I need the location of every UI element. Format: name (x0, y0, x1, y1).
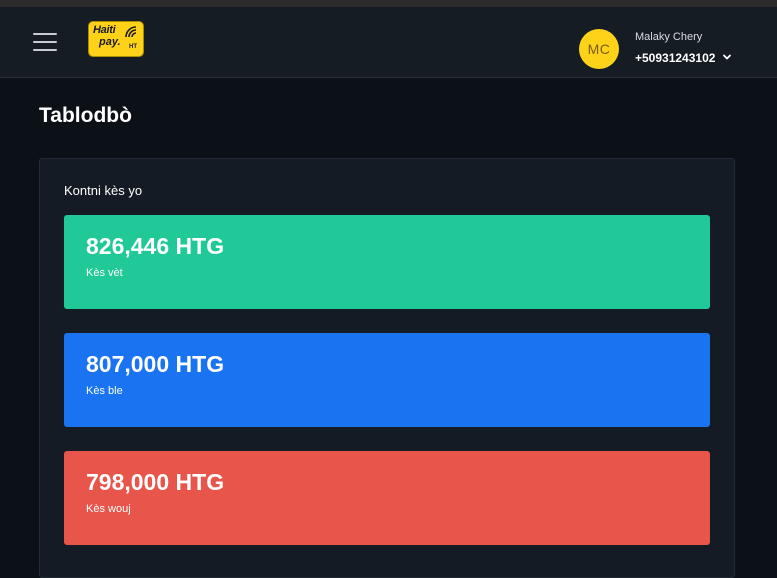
signal-icon (125, 26, 137, 38)
accounts-panel: Kontni kès yo 826,446 HTG Kès vèt 807,00… (39, 158, 735, 578)
logo-text-line2: pay. (99, 36, 121, 48)
account-amount: 826,446 HTG (86, 233, 225, 259)
user-name: Malaky Chery (635, 31, 703, 43)
logo-text-line3: HT (129, 44, 137, 50)
browser-top-strip (0, 0, 777, 7)
panel-title: Kontni kès yo (64, 183, 143, 198)
haitipay-logo[interactable]: Haiti pay. HT (88, 21, 144, 57)
user-phone[interactable]: +50931243102 (635, 51, 715, 65)
account-amount: 807,000 HTG (86, 351, 225, 377)
page-title: Tablodbò (39, 104, 132, 127)
account-card-blue[interactable]: 807,000 HTG Kès ble (64, 333, 710, 427)
account-card-green[interactable]: 826,446 HTG Kès vèt (64, 215, 710, 309)
account-card-red[interactable]: 798,000 HTG Kès wouj (64, 451, 710, 545)
user-avatar[interactable]: MC (579, 29, 619, 69)
logo-text-line1: Haiti (93, 24, 116, 36)
account-label: Kès ble (86, 385, 123, 397)
account-amount: 798,000 HTG (86, 469, 225, 495)
chevron-down-icon[interactable] (722, 52, 732, 62)
account-label: Kès wouj (86, 503, 131, 515)
account-label: Kès vèt (86, 267, 123, 279)
hamburger-menu-icon[interactable] (33, 32, 57, 52)
top-header: Haiti pay. HT MC Malaky Chery +509312431… (0, 7, 777, 78)
